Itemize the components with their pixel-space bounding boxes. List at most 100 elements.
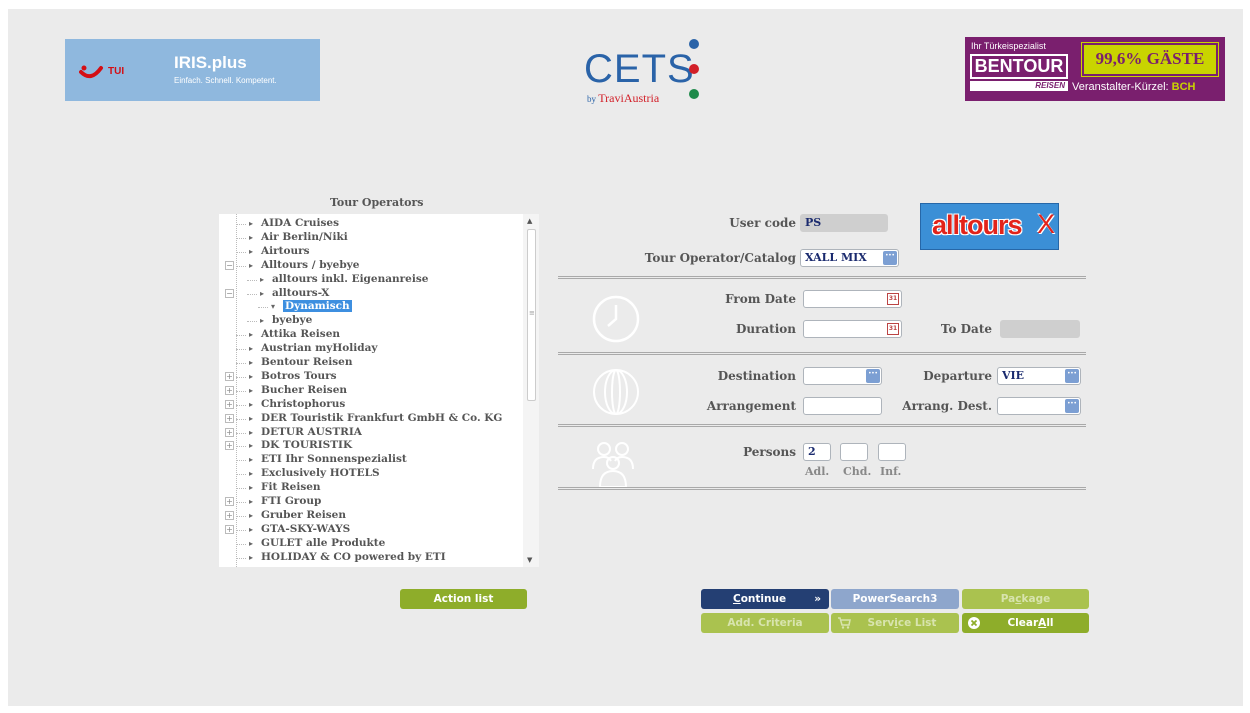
tree-item[interactable]: + ▸ DK TOURISTIK [225, 439, 352, 452]
expand-icon[interactable]: + [225, 510, 234, 520]
tree-item[interactable]: ▸ Fit Reisen [249, 481, 321, 494]
tree-item-label: FTI Group [261, 495, 322, 507]
arrang-dest-lookup-button[interactable]: ··· [1065, 399, 1079, 413]
tree-item[interactable]: ▸ byebye [260, 314, 312, 327]
infants-field[interactable] [878, 443, 906, 461]
bentour-banner[interactable]: Ihr Türkeispezialist BENTOUR REISEN 99,6… [965, 37, 1225, 101]
package-button[interactable]: Package [962, 589, 1089, 609]
tree-guide-line [236, 224, 246, 225]
collapse-icon[interactable]: − [225, 288, 234, 298]
destination-lookup-button[interactable]: ··· [866, 369, 880, 383]
adults-field[interactable]: 2 [803, 443, 831, 461]
tree-item[interactable]: + ▸ Botros Tours [225, 370, 337, 383]
tree-item[interactable]: − ▸ Alltours / byebye [225, 259, 359, 272]
tui-iris-banner[interactable]: TUI IRIS.plus Einfach. Schnell. Kompeten… [65, 39, 320, 101]
tour-operator-catalog-value: XALL MIX [805, 251, 867, 264]
tui-brand: TUI [108, 66, 125, 78]
catalog-lookup-button[interactable]: ··· [883, 251, 897, 265]
tree-item[interactable]: ▸ ETI Ihr Sonnenspezialist [249, 453, 407, 466]
powersearch-button[interactable]: PowerSearch3 [831, 589, 959, 609]
page: TUI IRIS.plus Einfach. Schnell. Kompeten… [8, 9, 1243, 706]
tree-guide-line [236, 390, 246, 392]
duration-field[interactable]: 31 [803, 320, 902, 338]
tree-item[interactable]: ▸ Attika Reisen [249, 328, 340, 341]
tree-guide-line [236, 529, 246, 531]
user-code-field[interactable]: PS [800, 214, 888, 232]
action-list-button[interactable]: Action list [400, 589, 527, 609]
from-date-field[interactable]: 31 [803, 290, 902, 308]
tree-item[interactable]: ▸ AIDA Cruises [249, 217, 339, 230]
children-field[interactable] [840, 443, 868, 461]
tree-scrollbar[interactable]: ▲ ≡ ▼ [523, 214, 539, 567]
user-code-label: User code [729, 216, 796, 230]
tree-guide-line [236, 515, 246, 517]
clear-all-button[interactable]: ClearAll [962, 613, 1089, 633]
tree-item[interactable]: ▸ Exclusively HOTELS [249, 467, 380, 480]
add-criteria-button[interactable]: Add. Criteria [701, 613, 829, 633]
clear-circle-x-icon [968, 617, 980, 629]
expand-icon[interactable]: + [225, 524, 234, 534]
continue-hotkey: C [733, 593, 741, 605]
tree-guide-line [236, 251, 246, 253]
cets-by-brand: TraviAustria [598, 91, 660, 105]
expand-icon[interactable]: + [225, 399, 234, 409]
persons-icon [592, 442, 634, 488]
tree-item[interactable]: + ▸ DETUR AUSTRIA [225, 426, 362, 439]
package-text-post: kage [1021, 593, 1051, 605]
tree-item[interactable]: ▸ Airtours [249, 245, 310, 258]
tree-item[interactable]: + ▸ FTI Group [225, 495, 322, 508]
scroll-thumb[interactable]: ≡ [527, 229, 536, 401]
tree-item[interactable]: ▸ Bentour Reisen [249, 356, 353, 369]
tree-item[interactable]: ▸ HOLIDAY & CO powered by ETI [249, 551, 446, 564]
expand-icon[interactable]: + [225, 371, 234, 381]
from-date-label: From Date [725, 292, 796, 306]
bentour-kuerzel-label: Veranstalter-Kürzel: [1072, 81, 1169, 93]
caret-right-icon: ▸ [249, 358, 254, 367]
scroll-down-icon[interactable]: ▼ [527, 556, 532, 564]
departure-lookup-button[interactable]: ··· [1065, 369, 1079, 383]
tour-operators-tree[interactable]: ▸ AIDA Cruises ▸ Air Berlin/Niki ▸ Airtours − ▸… [219, 214, 539, 567]
tree-item[interactable]: + ▸ DER Touristik Frankfurt GmbH & Co. KG [225, 412, 502, 425]
service-list-button[interactable]: Service List [831, 613, 959, 633]
tree-item-label: GULET alle Produkte [261, 536, 386, 549]
departure-field[interactable]: VIE ··· [997, 367, 1081, 385]
alltours-logo-text: alltours [932, 210, 1023, 240]
expand-icon[interactable]: + [225, 441, 234, 451]
cets-logo[interactable]: CETS by TraviAustria [584, 37, 714, 107]
tree-item[interactable]: ▾ Dynamisch [271, 300, 352, 313]
tree-item[interactable]: ▸ alltours inkl. Eigenanreise [260, 273, 428, 286]
arrangement-field[interactable] [803, 397, 882, 415]
scroll-up-icon[interactable]: ▲ [527, 217, 532, 225]
bentour-name: BENTOUR [970, 54, 1068, 79]
from-date-calendar-icon[interactable]: 31 [887, 293, 899, 305]
collapse-icon[interactable]: − [225, 260, 234, 270]
to-date-field[interactable] [1000, 320, 1080, 338]
continue-button[interactable]: Continue » [701, 589, 829, 609]
tree-guide-line [236, 557, 246, 559]
tree-guide-line [258, 307, 268, 309]
tree-item[interactable]: ▸ Austrian myHoliday [249, 342, 378, 355]
expand-icon[interactable]: + [225, 427, 234, 437]
duration-calendar-icon[interactable]: 31 [887, 323, 899, 335]
tree-item[interactable]: ▸ GULET alle Produkte [249, 537, 385, 550]
caret-right-icon: ▸ [249, 538, 254, 548]
arrang-dest-field[interactable]: ··· [997, 397, 1081, 415]
caret-right-icon: ▸ [249, 510, 254, 520]
tree-item-label: Bucher Reisen [261, 383, 348, 396]
tree-item-label: Dynamisch [283, 300, 352, 313]
tree-item[interactable]: + ▸ Bucher Reisen [225, 383, 348, 397]
tree-item[interactable]: + ▸ Gruber Reisen [225, 509, 346, 522]
cets-dot-blue [689, 39, 699, 49]
expand-icon[interactable]: + [225, 413, 234, 423]
tree-guide-line [236, 543, 246, 545]
expand-icon[interactable]: + [225, 497, 234, 506]
duration-label: Duration [735, 322, 796, 336]
tree-item[interactable]: ▸ Air Berlin/Niki [249, 231, 348, 244]
tree-item[interactable]: + ▸ GTA-SKY-WAYS [225, 523, 350, 536]
tour-operator-catalog-field[interactable]: XALL MIX ··· [800, 249, 899, 267]
expand-icon[interactable]: + [225, 385, 234, 395]
tree-item[interactable]: + ▸ Christophorus [225, 398, 345, 411]
tree-item[interactable]: − ▸ alltours-X [225, 287, 329, 300]
destination-field[interactable]: ··· [803, 367, 882, 385]
caret-right-icon: ▸ [249, 232, 254, 242]
